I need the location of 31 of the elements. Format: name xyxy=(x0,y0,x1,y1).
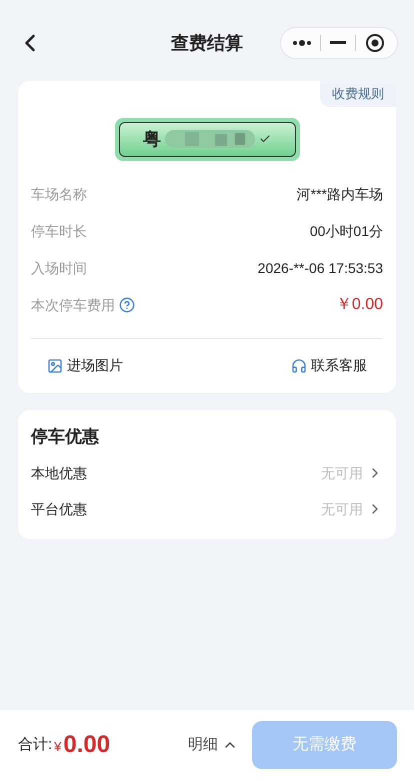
customer-service-button[interactable]: 联系客服 xyxy=(291,355,367,376)
page-title: 查费结算 xyxy=(170,32,244,54)
detail-toggle[interactable]: 明细 xyxy=(188,734,238,756)
discount-status: 无可用 xyxy=(321,500,363,518)
discount-label: 本地优惠 xyxy=(31,464,87,482)
fee-rules-link[interactable]: 收费规则 xyxy=(320,81,396,106)
discount-label: 平台优惠 xyxy=(31,500,87,518)
capsule-menu[interactable] xyxy=(280,27,398,59)
more-icon xyxy=(293,40,311,46)
detail-label: 本次停车费用 xyxy=(31,296,115,314)
plate-prefix: 粤 xyxy=(143,128,161,150)
plate-selector[interactable]: 粤 xyxy=(114,118,300,160)
detail-label: 停车时长 xyxy=(31,222,87,240)
close-target-icon xyxy=(365,33,385,53)
image-icon xyxy=(47,358,63,374)
detail-label: 入场时间 xyxy=(31,258,87,278)
minimize-icon xyxy=(330,41,346,45)
total-label: 合计: xyxy=(18,734,52,755)
headset-icon xyxy=(291,358,307,374)
detail-value: ￥0.00 xyxy=(336,295,383,315)
help-icon[interactable] xyxy=(119,297,135,313)
detail-value: 2026-**-06 17:53:53 xyxy=(258,258,383,278)
entry-photo-button[interactable]: 进场图片 xyxy=(47,355,123,376)
total-amount: 0.00 xyxy=(63,730,110,760)
check-icon xyxy=(259,133,271,145)
detail-label: 车场名称 xyxy=(31,184,87,204)
detail-value: 河***路内车场 xyxy=(296,184,383,204)
detail-value: 00小时01分 xyxy=(310,222,383,240)
discount-status: 无可用 xyxy=(321,464,363,482)
section-title: 停车优惠 xyxy=(31,426,100,448)
currency-sign: ¥ xyxy=(54,738,62,756)
